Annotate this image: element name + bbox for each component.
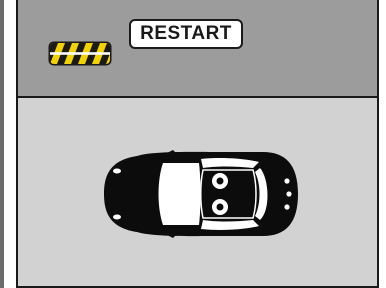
top-bar: RESTART bbox=[18, 0, 377, 98]
car-top-view-icon[interactable] bbox=[103, 150, 299, 238]
game-screen: RESTART bbox=[0, 0, 386, 288]
hazard-stripes-icon bbox=[48, 41, 112, 66]
parking-area bbox=[18, 98, 377, 286]
restart-button[interactable]: RESTART bbox=[129, 19, 243, 49]
left-edge-strip bbox=[0, 0, 4, 288]
game-panel: RESTART bbox=[16, 0, 379, 288]
